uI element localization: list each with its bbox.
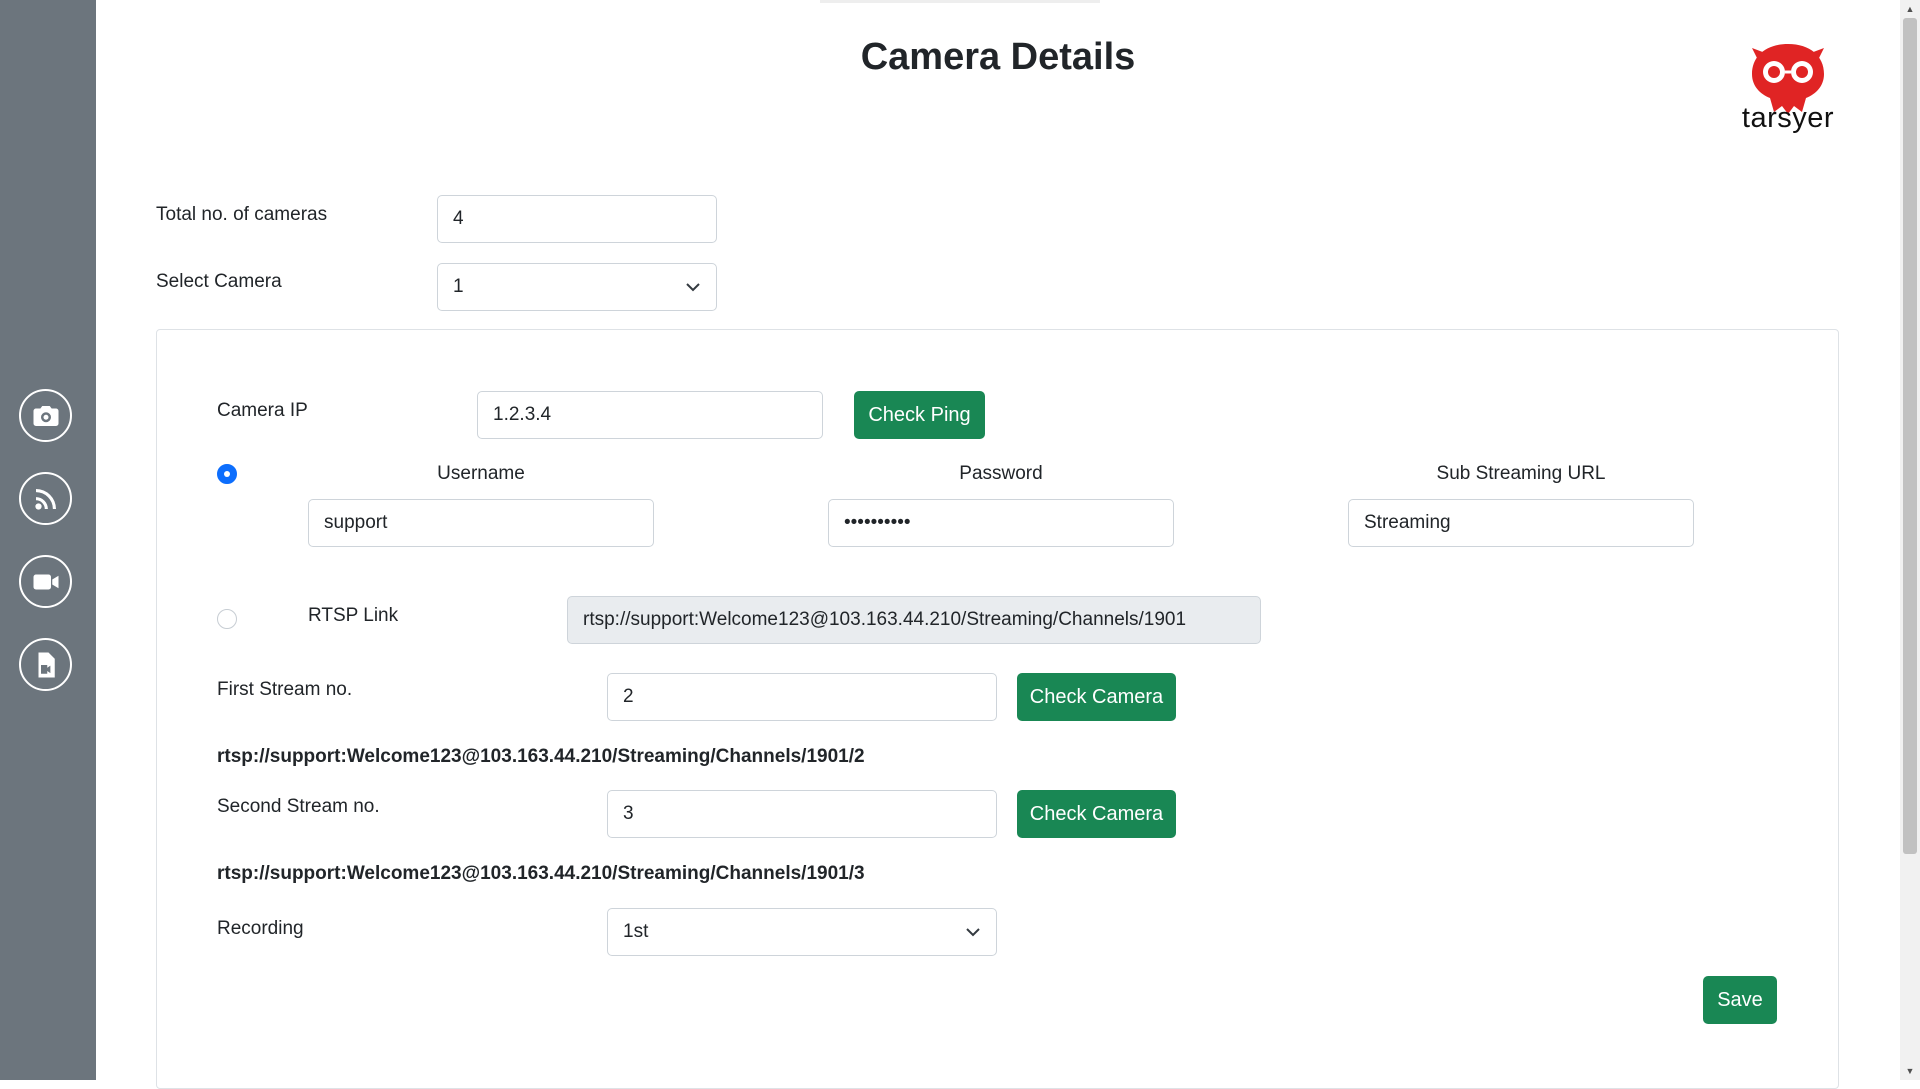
chevron-down-icon xyxy=(966,928,980,937)
page-title: Camera Details xyxy=(860,36,1136,78)
first-stream-label: First Stream no. xyxy=(217,679,353,700)
save-button[interactable]: Save xyxy=(1703,976,1777,1024)
select-camera-value: 1 xyxy=(453,276,464,297)
first-stream-url: rtsp://support:Welcome123@103.163.44.210… xyxy=(217,746,865,767)
select-camera-label: Select Camera xyxy=(156,271,282,292)
check-first-stream-button[interactable]: Check Camera xyxy=(1017,673,1176,721)
scrollbar-thumb[interactable] xyxy=(1903,18,1917,854)
second-stream-url: rtsp://support:Welcome123@103.163.44.210… xyxy=(217,863,865,884)
rss-feed-icon xyxy=(34,488,56,510)
password-label: Password xyxy=(959,463,1043,484)
chevron-down-icon xyxy=(686,283,700,292)
username-label: Username xyxy=(437,463,525,484)
rtsp-link-input[interactable] xyxy=(567,596,1261,644)
check-second-stream-button[interactable]: Check Camera xyxy=(1017,790,1176,838)
sub-streaming-input[interactable] xyxy=(1348,499,1694,547)
video-file-icon xyxy=(38,652,55,677)
recording-label: Recording xyxy=(217,918,304,939)
credentials-radio[interactable] xyxy=(217,464,237,484)
scroll-up-icon[interactable]: ▲ xyxy=(1900,0,1920,18)
second-stream-input[interactable] xyxy=(607,790,997,838)
video-camera-icon xyxy=(33,574,58,589)
scroll-down-icon[interactable]: ▼ xyxy=(1900,1062,1920,1080)
camera-icon xyxy=(33,405,58,426)
rtsp-radio[interactable] xyxy=(217,609,237,629)
sidebar xyxy=(0,0,96,1080)
total-cameras-label: Total no. of cameras xyxy=(156,204,328,225)
sidebar-item-video[interactable] xyxy=(19,555,72,608)
sidebar-item-camera[interactable] xyxy=(19,389,72,442)
camera-ip-input[interactable] xyxy=(477,391,823,439)
rtsp-link-label: RTSP Link xyxy=(308,605,399,626)
sub-streaming-label: Sub Streaming URL xyxy=(1436,463,1606,484)
camera-config-card xyxy=(156,329,1839,1089)
recording-value: 1st xyxy=(623,921,649,942)
recording-dropdown[interactable]: 1st xyxy=(607,908,997,956)
total-cameras-input[interactable] xyxy=(437,195,717,243)
second-stream-label: Second Stream no. xyxy=(217,796,380,817)
select-camera-dropdown[interactable]: 1 xyxy=(437,263,717,311)
logo-text: tarsyer xyxy=(1741,102,1835,134)
sidebar-item-recordings[interactable] xyxy=(19,638,72,691)
sidebar-item-feed[interactable] xyxy=(19,472,72,525)
top-shadow xyxy=(820,0,1100,3)
password-input[interactable] xyxy=(828,499,1174,547)
first-stream-input[interactable] xyxy=(607,673,997,721)
camera-ip-label: Camera IP xyxy=(217,400,308,421)
check-ping-button[interactable]: Check Ping xyxy=(854,391,985,439)
username-input[interactable] xyxy=(308,499,654,547)
